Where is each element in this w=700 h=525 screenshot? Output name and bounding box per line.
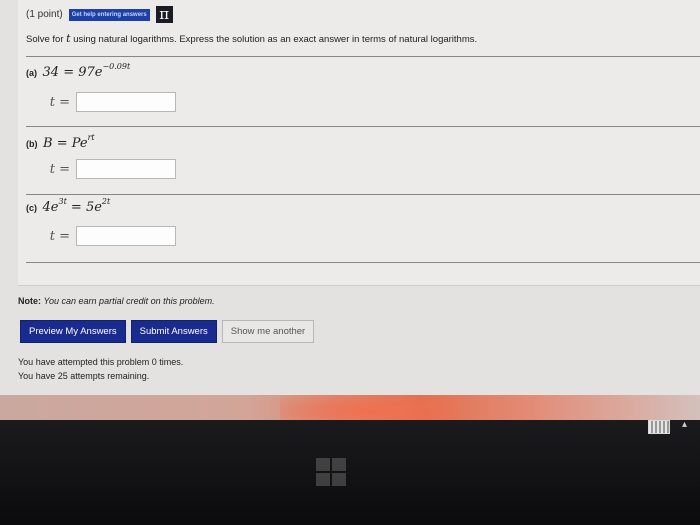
part-b-answer-input[interactable] xyxy=(76,159,176,179)
part-c-answer-input[interactable] xyxy=(76,226,176,246)
part-c-question: (c) 4e3t = 5e2t xyxy=(26,197,110,215)
instructions-pre: Solve for xyxy=(26,34,64,45)
problem-header: (1 point) Get help entering answers π xyxy=(26,6,173,23)
part-b-equation: B = Pe xyxy=(43,136,88,151)
instructions-post: using natural logarithms. Express the so… xyxy=(73,34,478,45)
action-buttons: Preview My Answers Submit Answers Show m… xyxy=(20,320,315,343)
points-label: (1 point) xyxy=(26,9,63,20)
windows-logo-icon[interactable] xyxy=(316,458,346,486)
partial-credit-note: Note: You can earn partial credit on thi… xyxy=(18,296,215,306)
note-text: You can earn partial credit on this prob… xyxy=(43,296,215,306)
attempts-line-2: You have 25 attempts remaining. xyxy=(18,371,150,381)
divider xyxy=(26,126,700,127)
part-b-answer-var: t = xyxy=(49,161,70,177)
part-c-rhs: = 5e xyxy=(66,200,102,215)
part-c-lhs: 4e xyxy=(42,200,59,215)
chevron-icon[interactable]: ▴ xyxy=(682,419,687,430)
part-a-equation: 34 = 97e xyxy=(42,65,103,80)
part-c-answer-row: t = xyxy=(38,226,176,246)
divider xyxy=(26,56,700,57)
instructions-variable: t xyxy=(66,32,71,45)
part-a-exponent: −0.09t xyxy=(102,62,131,71)
part-b-answer-row: t = xyxy=(38,159,176,179)
submit-answers-button[interactable]: Submit Answers xyxy=(130,320,217,343)
divider xyxy=(26,262,700,263)
attempts-line-1: You have attempted this problem 0 times. xyxy=(18,357,184,367)
instructions: Solve for t using natural logarithms. Ex… xyxy=(26,32,477,45)
part-a-question: (a) 34 = 97e−0.09t xyxy=(26,62,130,80)
part-a-label: (a) xyxy=(26,68,37,78)
part-a-answer-var: t = xyxy=(49,94,70,110)
keyboard-icon[interactable] xyxy=(648,420,670,434)
part-c-rhs-exponent: 2t xyxy=(101,197,111,206)
part-a-answer-input[interactable] xyxy=(76,92,176,112)
part-b-label: (b) xyxy=(26,139,38,149)
part-b-exponent: rt xyxy=(87,133,95,142)
divider xyxy=(26,194,700,195)
part-c-lhs-exponent: 3t xyxy=(58,197,67,206)
help-entering-answers-link[interactable]: Get help entering answers xyxy=(68,8,150,21)
part-c-label: (c) xyxy=(26,203,37,213)
part-c-answer-var: t = xyxy=(49,228,70,244)
device-bezel xyxy=(0,420,700,525)
pi-icon[interactable]: π xyxy=(155,6,173,23)
preview-answers-button[interactable]: Preview My Answers xyxy=(20,320,126,343)
browser-page: (1 point) Get help entering answers π So… xyxy=(0,0,700,395)
note-label: Note: xyxy=(18,296,41,306)
part-b-question: (b) B = Pert xyxy=(26,133,95,151)
problem-box: (1 point) Get help entering answers π So… xyxy=(18,0,700,286)
attempts-info: You have attempted this problem 0 times.… xyxy=(18,355,183,383)
part-a-answer-row: t = xyxy=(38,92,176,112)
show-another-button[interactable]: Show me another xyxy=(221,320,315,343)
